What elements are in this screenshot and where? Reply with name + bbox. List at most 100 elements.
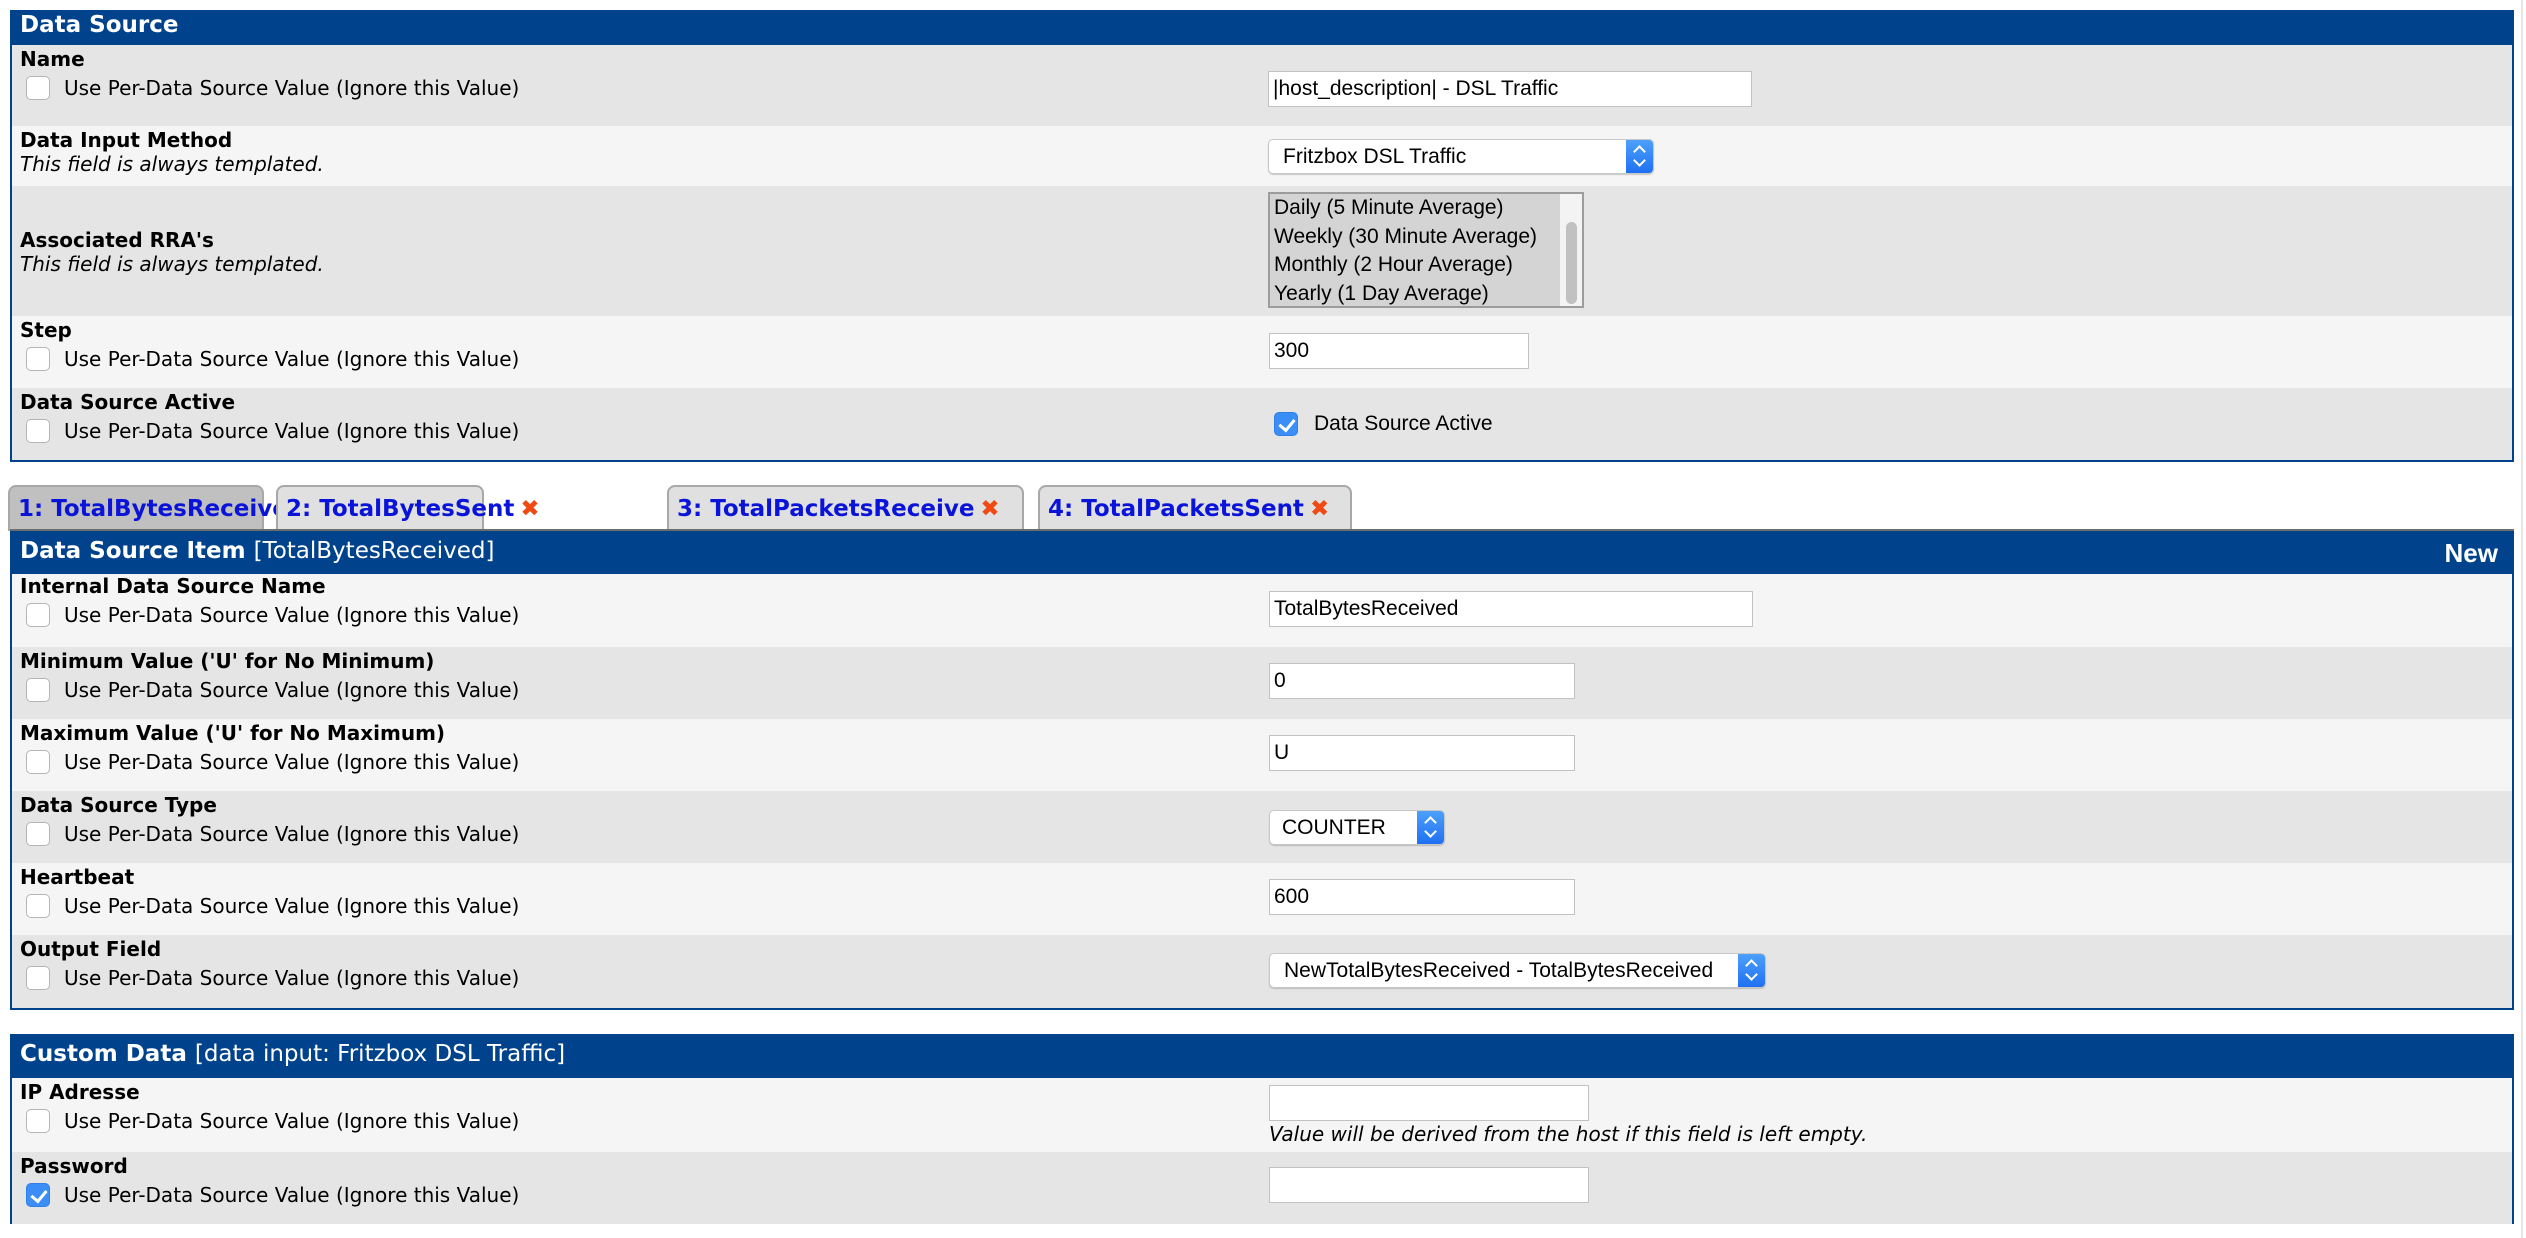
row-heartbeat: Heartbeat Use Per-Data Source Value (Ign…	[12, 863, 2512, 935]
heartbeat-per-ds-checkbox[interactable]	[26, 894, 50, 918]
rra-option-yearly[interactable]: Yearly (1 Day Average)	[1270, 280, 1560, 307]
active-per-ds-label: Use Per-Data Source Value (Ignore this V…	[64, 419, 520, 443]
data-source-panel: Data Source Name Use Per-Data Source Val…	[10, 10, 2514, 462]
step-per-ds-option[interactable]: Use Per-Data Source Value (Ignore this V…	[20, 344, 519, 374]
maximum-value-label: Maximum Value ('U' for No Maximum)	[20, 721, 446, 745]
password-label: Password	[20, 1154, 128, 1178]
custom-data-header: Custom Data [data input: Fritzbox DSL Tr…	[12, 1034, 2512, 1078]
internal-name-per-ds-option[interactable]: Use Per-Data Source Value (Ignore this V…	[20, 600, 519, 630]
password-per-ds-checkbox[interactable]	[26, 1183, 50, 1207]
data-source-active-checkbox[interactable]	[1274, 412, 1298, 436]
tab-label: 2: TotalBytesSent	[286, 496, 515, 522]
name-per-ds-label: Use Per-Data Source Value (Ignore this V…	[64, 76, 520, 100]
data-source-active-label: Data Source Active	[20, 390, 236, 414]
data-source-type-value: COUNTER	[1282, 816, 1386, 839]
step-label: Step	[20, 318, 72, 342]
data-source-type-select[interactable]: COUNTER	[1269, 810, 1445, 845]
step-per-ds-label: Use Per-Data Source Value (Ignore this V…	[64, 347, 520, 371]
rra-option-daily[interactable]: Daily (5 Minute Average)	[1270, 194, 1560, 223]
tab-total-packets-sent[interactable]: 4: TotalPacketsSent ✖	[1038, 485, 1352, 531]
remove-tab-icon[interactable]: ✖	[1310, 496, 1329, 522]
row-data-input-method: Data Input Method This field is always t…	[12, 126, 2512, 186]
ip-adresse-hint: Value will be derived from the host if t…	[1269, 1122, 1868, 1146]
rra-option-weekly[interactable]: Weekly (30 Minute Average)	[1270, 223, 1560, 252]
step-input[interactable]: 300	[1269, 333, 1529, 369]
custom-data-title: Custom Data	[20, 1041, 187, 1067]
data-source-item-title: Data Source Item	[20, 538, 246, 564]
name-label: Name	[20, 47, 85, 71]
name-per-ds-checkbox[interactable]	[26, 76, 50, 100]
page-scrollbar-track[interactable]	[2521, 0, 2523, 1238]
remove-tab-icon[interactable]: ✖	[980, 496, 999, 522]
new-link[interactable]: New	[2445, 538, 2498, 569]
heartbeat-input[interactable]: 600	[1269, 879, 1575, 915]
output-field-label: Output Field	[20, 937, 162, 961]
password-input[interactable]	[1269, 1167, 1589, 1203]
tab-label: 4: TotalPacketsSent	[1048, 496, 1304, 522]
maximum-per-ds-checkbox[interactable]	[26, 750, 50, 774]
tab-label: 1: TotalBytesReceived	[18, 496, 305, 522]
active-per-ds-checkbox[interactable]	[26, 419, 50, 443]
name-input[interactable]: |host_description| - DSL Traffic	[1268, 71, 1752, 107]
step-per-ds-checkbox[interactable]	[26, 347, 50, 371]
tab-total-bytes-received[interactable]: 1: TotalBytesReceived✖	[8, 485, 330, 531]
output-field-value: NewTotalBytesReceived - TotalBytesReceiv…	[1284, 959, 1714, 982]
ip-adresse-label: IP Adresse	[20, 1080, 140, 1104]
data-source-item-panel: Data Source Item [TotalBytesReceived] Ne…	[10, 531, 2514, 1010]
associated-rras-note: This field is always templated.	[20, 252, 324, 276]
ip-per-ds-checkbox[interactable]	[26, 1109, 50, 1133]
heartbeat-label: Heartbeat	[20, 865, 135, 889]
rra-scrollbar-thumb[interactable]	[1566, 222, 1577, 304]
ip-per-ds-option[interactable]: Use Per-Data Source Value (Ignore this V…	[20, 1106, 519, 1136]
data-input-method-value: Fritzbox DSL Traffic	[1283, 145, 1467, 168]
row-password: Password Use Per-Data Source Value (Igno…	[12, 1152, 2512, 1224]
row-internal-name: Internal Data Source Name Use Per-Data S…	[12, 574, 2512, 647]
maximum-value-input[interactable]: U	[1269, 735, 1575, 771]
row-ip-adresse: IP Adresse Use Per-Data Source Value (Ig…	[12, 1078, 2512, 1152]
minimum-per-ds-checkbox[interactable]	[26, 678, 50, 702]
maximum-per-ds-option[interactable]: Use Per-Data Source Value (Ignore this V…	[20, 747, 519, 777]
internal-name-input[interactable]: TotalBytesReceived	[1269, 591, 1753, 627]
custom-data-subtitle: [data input: Fritzbox DSL Traffic]	[194, 1041, 566, 1067]
ip-per-ds-label: Use Per-Data Source Value (Ignore this V…	[64, 1109, 520, 1133]
type-per-ds-label: Use Per-Data Source Value (Ignore this V…	[64, 822, 520, 846]
rra-option-monthly[interactable]: Monthly (2 Hour Average)	[1270, 251, 1560, 280]
tab-label: 3: TotalPacketsReceive	[677, 496, 975, 522]
internal-name-per-ds-checkbox[interactable]	[26, 603, 50, 627]
tab-total-bytes-sent[interactable]: 2: TotalBytesSent ✖	[276, 485, 540, 531]
data-input-method-select[interactable]: Fritzbox DSL Traffic	[1268, 139, 1654, 174]
password-per-ds-option[interactable]: Use Per-Data Source Value (Ignore this V…	[20, 1180, 519, 1210]
row-name: Name Use Per-Data Source Value (Ignore t…	[12, 45, 2512, 126]
minimum-per-ds-option[interactable]: Use Per-Data Source Value (Ignore this V…	[20, 675, 519, 705]
type-per-ds-checkbox[interactable]	[26, 822, 50, 846]
output-field-select[interactable]: NewTotalBytesReceived - TotalBytesReceiv…	[1269, 953, 1766, 988]
tab-total-packets-receive[interactable]: 3: TotalPacketsReceive ✖	[667, 485, 1024, 531]
data-source-header: Data Source	[12, 10, 2512, 45]
data-input-method-label: Data Input Method	[20, 128, 233, 152]
data-source-item-subtitle: [TotalBytesReceived]	[253, 538, 495, 564]
row-data-source-active: Data Source Active Use Per-Data Source V…	[12, 388, 2512, 460]
row-data-source-type: Data Source Type Use Per-Data Source Val…	[12, 791, 2512, 863]
row-output-field: Output Field Use Per-Data Source Value (…	[12, 935, 2512, 1008]
output-field-per-ds-label: Use Per-Data Source Value (Ignore this V…	[64, 966, 520, 990]
output-field-per-ds-option[interactable]: Use Per-Data Source Value (Ignore this V…	[20, 963, 519, 993]
data-source-active-value-label: Data Source Active	[1314, 412, 1493, 435]
row-minimum-value: Minimum Value ('U' for No Minimum) Use P…	[12, 647, 2512, 719]
name-per-ds-option[interactable]: Use Per-Data Source Value (Ignore this V…	[20, 73, 519, 103]
internal-name-per-ds-label: Use Per-Data Source Value (Ignore this V…	[64, 603, 520, 627]
active-per-ds-option[interactable]: Use Per-Data Source Value (Ignore this V…	[20, 416, 519, 446]
data-source-title: Data Source	[20, 12, 179, 38]
data-source-active-option[interactable]: Data Source Active	[1274, 412, 1493, 436]
select-arrows-icon	[1626, 140, 1653, 173]
ip-adresse-input[interactable]	[1269, 1085, 1589, 1121]
associated-rras-label: Associated RRA's	[20, 228, 214, 252]
associated-rras-multiselect[interactable]: Daily (5 Minute Average) Weekly (30 Minu…	[1268, 192, 1584, 308]
type-per-ds-option[interactable]: Use Per-Data Source Value (Ignore this V…	[20, 819, 519, 849]
minimum-value-input[interactable]: 0	[1269, 663, 1575, 699]
output-field-per-ds-checkbox[interactable]	[26, 966, 50, 990]
heartbeat-per-ds-label: Use Per-Data Source Value (Ignore this V…	[64, 894, 520, 918]
custom-data-panel: Custom Data [data input: Fritzbox DSL Tr…	[10, 1034, 2514, 1224]
data-source-item-header: Data Source Item [TotalBytesReceived] Ne…	[12, 531, 2512, 574]
heartbeat-per-ds-option[interactable]: Use Per-Data Source Value (Ignore this V…	[20, 891, 519, 921]
remove-tab-icon[interactable]: ✖	[520, 496, 539, 522]
